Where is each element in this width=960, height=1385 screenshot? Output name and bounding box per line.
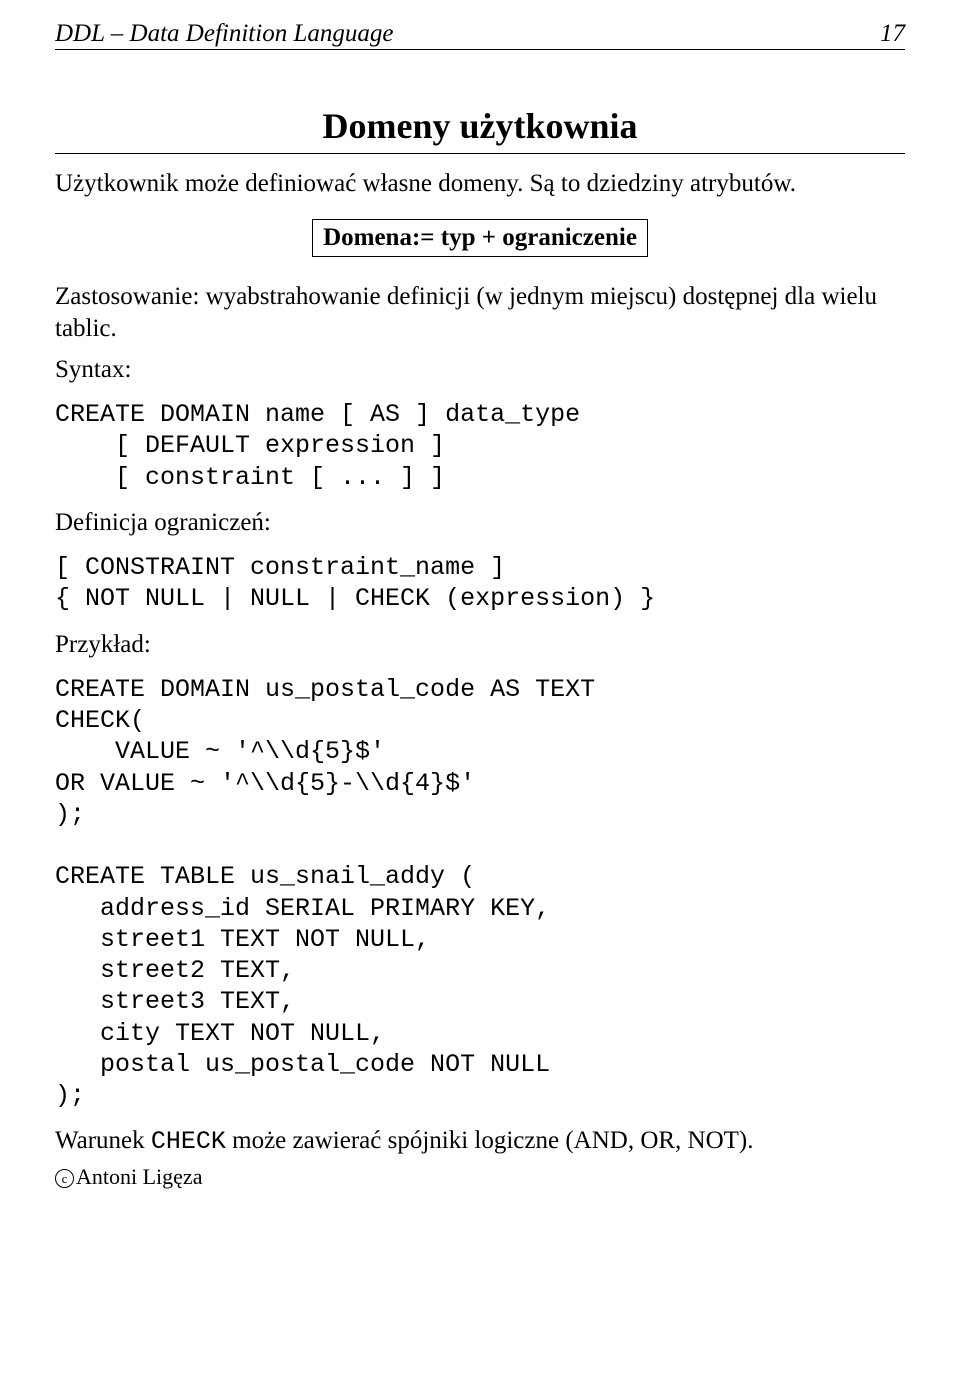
warning-text: Warunek CHECK może zawierać spójniki log… xyxy=(55,1125,905,1157)
page-number: 17 xyxy=(880,20,905,48)
example-label: Przykład: xyxy=(55,629,905,660)
page-header: DDL – Data Definition Language 17 xyxy=(55,20,905,50)
definition-box: Domena:= typ + ograniczenie xyxy=(312,219,648,257)
footer-author: Antoni Ligęza xyxy=(76,1164,202,1189)
usage-text: Zastosowanie: wyabstrahowanie definicji … xyxy=(55,281,905,344)
warning-code: CHECK xyxy=(151,1127,226,1156)
title-rule xyxy=(55,153,905,154)
example-code: CREATE DOMAIN us_postal_code AS TEXT CHE… xyxy=(55,674,905,1112)
copyright-icon: c xyxy=(55,1169,74,1188)
constraints-code: [ CONSTRAINT constraint_name ] { NOT NUL… xyxy=(55,552,905,615)
page-title: Domeny użytkownia xyxy=(55,105,905,147)
footer: cAntoni Ligęza xyxy=(55,1164,905,1190)
intro-text: Użytkownik może definiować własne domeny… xyxy=(55,168,905,199)
constraints-label: Definicja ograniczeń: xyxy=(55,507,905,538)
syntax-label: Syntax: xyxy=(55,354,905,385)
warning-prefix: Warunek xyxy=(55,1127,151,1154)
syntax-code: CREATE DOMAIN name [ AS ] data_type [ DE… xyxy=(55,399,905,493)
warning-suffix: może zawierać spójniki logiczne (AND, OR… xyxy=(226,1127,754,1154)
header-left: DDL – Data Definition Language xyxy=(55,20,393,48)
